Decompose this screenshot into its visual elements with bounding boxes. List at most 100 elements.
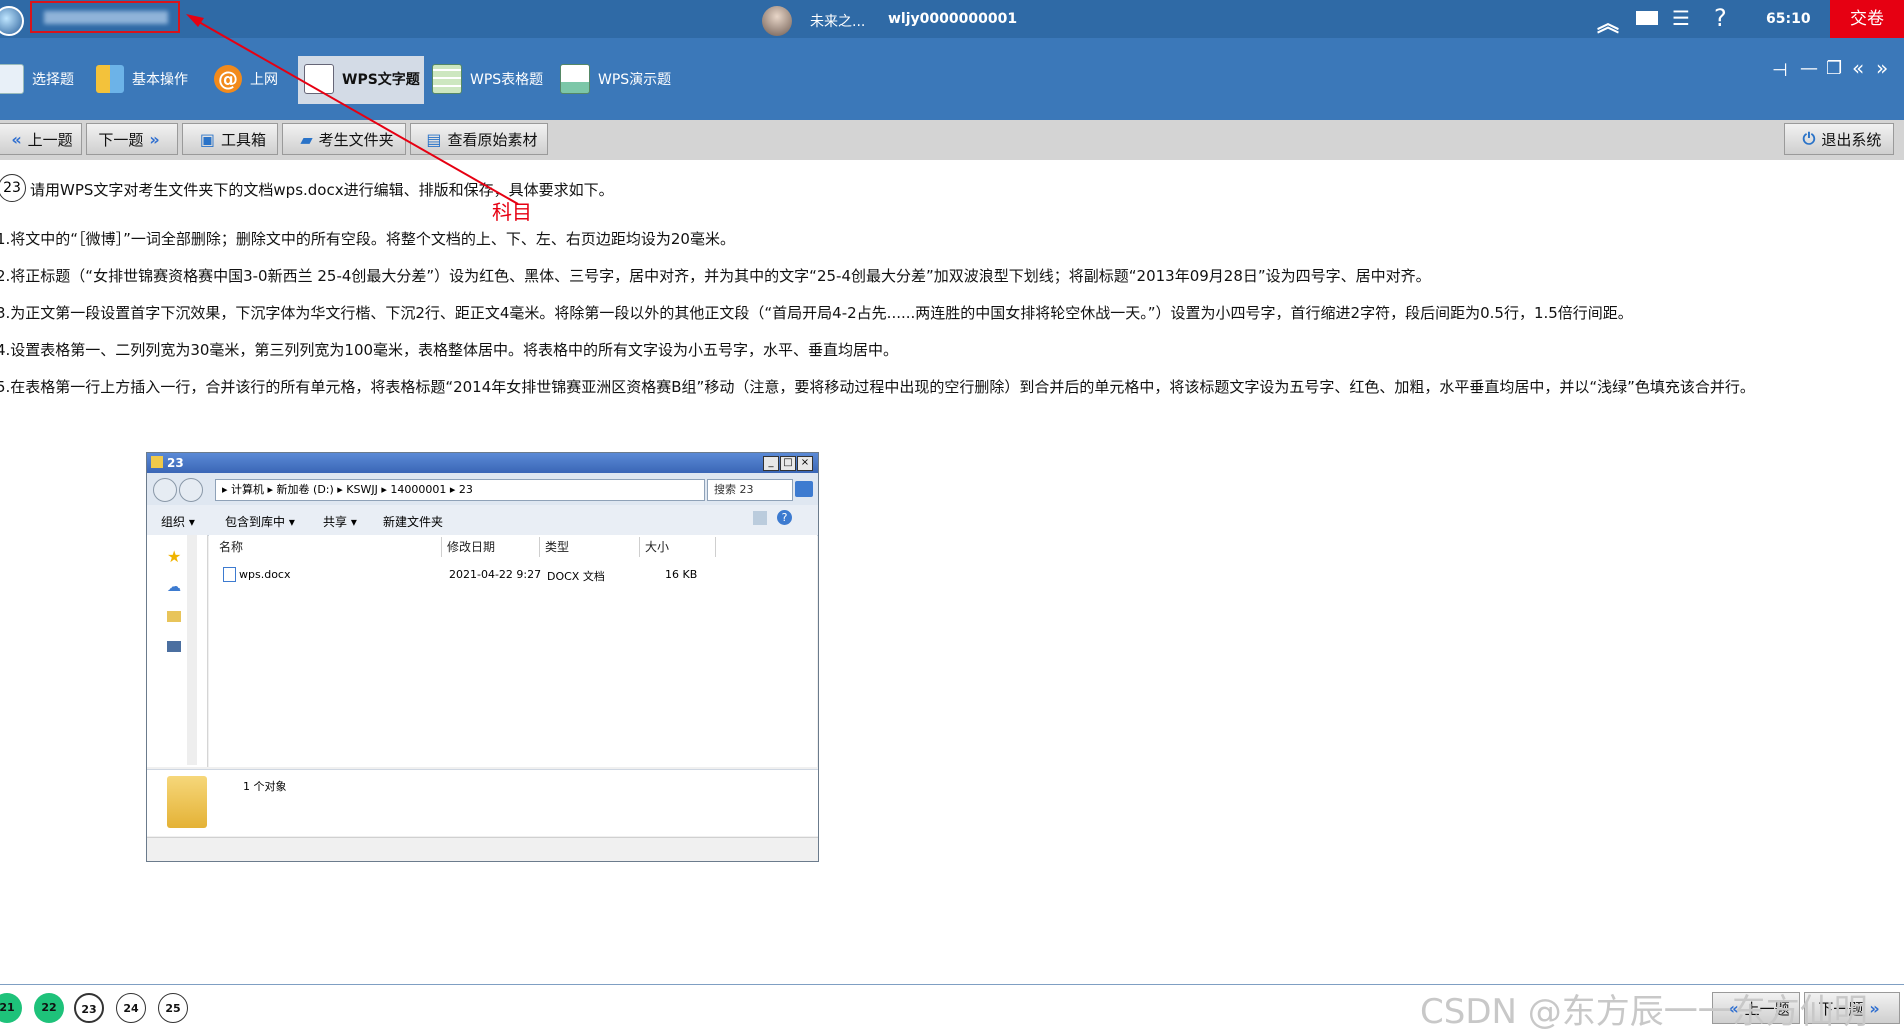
favorites-icon[interactable]: ★ [167,547,181,566]
power-icon: ⏻ [1802,129,1816,148]
tab-wps-writer-label: WPS文字题 [342,72,420,88]
maximize-icon[interactable]: □ [780,456,796,471]
preview-pane-icon[interactable] [753,511,767,525]
view-material-button[interactable]: ▤ 查看原始素材 [410,123,548,155]
annotation-label: 科目 [492,200,532,224]
folder-icon [167,776,207,828]
file-list: 名称 修改日期 类型 大小 wps.docx 2021-04-22 9:27 D… [209,535,817,767]
tab-choice[interactable]: 选择题 [0,58,74,100]
cloud-icon[interactable]: ☁ [167,579,181,595]
submit-button[interactable]: 交卷 [1830,0,1904,38]
search-placeholder: 搜索 23 [714,483,754,496]
help-icon[interactable]: ? [1714,4,1727,32]
collapse-right-icon[interactable]: » [1876,56,1888,80]
status-bar [147,837,818,860]
column-name[interactable]: 名称 [213,537,442,557]
share-menu[interactable]: 共享 ▾ [323,513,357,530]
checklist-icon[interactable]: ☰ [1672,6,1690,30]
next-question-button[interactable]: 下一题 » [86,123,178,155]
double-left-icon: « [11,129,22,149]
double-right-icon: » [1869,998,1880,1018]
tab-wps-sheet[interactable]: WPS表格题 [432,58,543,100]
column-size[interactable]: 大小 [641,537,716,557]
question-number: 23 [0,174,26,202]
prev-question-button[interactable]: « 上一题 [0,123,82,155]
candidate-folder-button[interactable]: ▰ 考生文件夹 [282,123,406,155]
avatar [762,6,792,36]
user-id: wljy0000000001 [888,11,1018,27]
user-name: 未来之... [810,14,866,30]
toolbox-label: 工具箱 [221,130,267,149]
toolbox-icon: ▣ [199,129,216,149]
question-circle-23[interactable]: 23 [74,993,104,1023]
explorer-title-bar: 23 _ □ × [147,453,818,473]
pin-icon[interactable]: ⊣ [1772,60,1788,81]
table-row[interactable]: wps.docx 2021-04-22 9:27 DOCX 文档 16 KB [209,565,729,583]
toolbox-button[interactable]: ▣ 工具箱 [182,123,278,155]
folder-icon [151,456,163,468]
explorer-title: 23 [167,456,184,470]
file-modified: 2021-04-22 9:27 [449,568,542,581]
navigation-pane: ★ ☁ [147,535,208,767]
screen-icon[interactable] [1636,11,1658,25]
subject-highlight-box [30,1,180,33]
question-circle-25[interactable]: 25 [158,993,188,1023]
details-pane: 1 个对象 [147,769,818,836]
libraries-icon[interactable] [167,611,181,622]
exit-label: 退出系统 [1821,130,1882,149]
help-icon[interactable]: ? [777,510,792,525]
spreadsheet-icon [432,64,462,94]
exit-system-button[interactable]: ⏻ 退出系统 [1784,123,1894,155]
folder-icon: ▰ [300,129,313,149]
column-type[interactable]: 类型 [541,537,640,557]
prev-label: 上一题 [27,130,73,149]
close-icon[interactable]: × [797,456,813,471]
file-type: DOCX 文档 [547,570,605,583]
requirement-1: 1.将文中的“［微博］”一词全部删除；删除文中的所有空段。将整个文档的上、下、左… [0,230,735,248]
requirement-3: 3.为正文第一段设置首字下沉效果，下沉字体为华文行楷、下沉2行、距正文4毫米。将… [0,304,1633,322]
list-icon [0,64,24,94]
collapse-left-icon[interactable]: « [1852,56,1864,80]
docx-file-icon [223,567,236,582]
tab-wps-writer[interactable]: WPS文字题 [304,58,420,100]
include-library-menu[interactable]: 包含到库中 ▾ [225,513,295,530]
question-circle-22[interactable]: 22 [34,993,64,1023]
question-circle-24[interactable]: 24 [116,993,146,1023]
double-right-icon: » [149,129,160,149]
address-bar[interactable]: ▸ 计算机 ▸ 新加卷 (D:) ▸ KSWJJ ▸ 14000001 ▸ 23 [215,479,705,501]
tab-basic-label: 基本操作 [132,72,188,88]
requirement-2: 2.将正标题（“女排世锦赛资格赛中国3-0新西兰 25-4创最大分差”）设为红色… [0,267,1431,285]
column-modified[interactable]: 修改日期 [443,537,540,557]
tab-basic[interactable]: 基本操作 [96,58,188,100]
grid-icon [96,65,124,93]
minimize-icon[interactable]: _ [763,456,779,471]
computer-icon[interactable] [167,641,181,652]
file-name: wps.docx [239,568,291,581]
tab-internet[interactable]: @ 上网 [214,58,278,100]
back-icon[interactable] [153,478,177,502]
tab-choice-label: 选择题 [32,72,74,88]
forward-icon[interactable] [179,478,203,502]
timer: 65:10 [1766,11,1811,27]
tab-wps-present[interactable]: WPS演示题 [560,58,671,100]
breadcrumb: ▸ 计算机 ▸ 新加卷 (D:) ▸ KSWJJ ▸ 14000001 ▸ 23 [222,483,473,496]
requirement-4: 4.设置表格第一、二列列宽为30毫米，第三列列宽为100毫米，表格整体居中。将表… [0,341,899,359]
search-icon[interactable] [795,481,813,497]
folder-label: 考生文件夹 [318,130,394,149]
restore-icon[interactable]: ❐ [1826,58,1842,79]
file-size: 16 KB [665,568,698,581]
requirement-5: 5.在表格第一行上方插入一行，合并该行的所有单元格，将表格标题“2014年女排世… [0,378,1755,396]
nav-scrollbar[interactable] [187,535,197,765]
explorer-window: 23 _ □ × ▸ 计算机 ▸ 新加卷 (D:) ▸ KSWJJ ▸ 1400… [146,452,819,862]
tab-wps-present-label: WPS演示题 [598,72,672,88]
item-count: 1 个对象 [243,780,287,793]
document-icon [304,64,334,94]
material-label: 查看原始素材 [447,130,538,149]
tab-wps-sheet-label: WPS表格题 [470,72,544,88]
chevrons-up-icon[interactable]: ︽ [1597,6,1619,38]
search-input[interactable]: 搜索 23 [707,479,793,501]
new-folder-button[interactable]: 新建文件夹 [383,513,443,530]
minimize-icon[interactable]: — [1800,58,1818,79]
organize-menu[interactable]: 组织 ▾ [161,513,195,530]
question-circle-21[interactable]: 21 [0,993,22,1023]
